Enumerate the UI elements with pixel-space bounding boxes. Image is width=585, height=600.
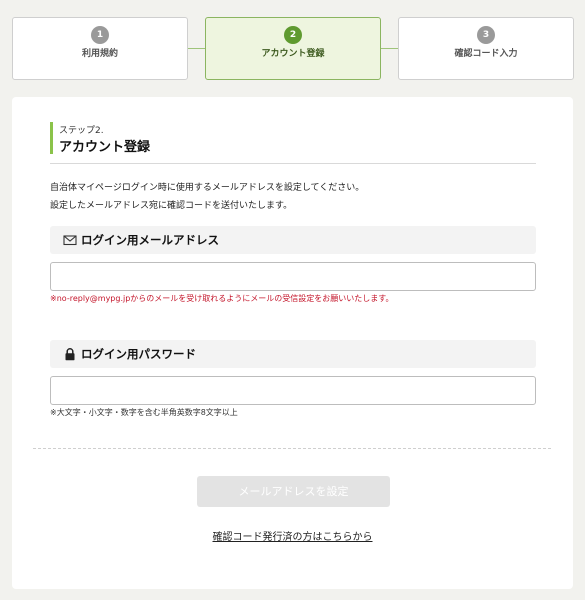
step-caption: ステップ2. [59, 126, 104, 136]
step-1: 1 利用規約 [12, 17, 188, 80]
step-connector [381, 48, 398, 49]
step-3: 3 確認コード入力 [398, 17, 574, 80]
step-number-badge: 3 [477, 26, 495, 44]
set-email-button[interactable]: メールアドレスを設定 [197, 476, 390, 507]
password-label-text: ログイン用パスワード [81, 347, 196, 361]
section-divider [33, 448, 551, 449]
intro-line: 自治体マイページログイン時に使用するメールアドレスを設定してください。 [50, 183, 365, 193]
email-field-label: ログイン用メールアドレス [50, 226, 536, 254]
confirmation-code-link[interactable]: 確認コード発行済の方はこちらから [213, 532, 373, 543]
lock-icon [65, 348, 75, 361]
intro-line: 設定したメールアドレス宛に確認コードを送付いたします。 [50, 201, 293, 211]
email-label-text: ログイン用メールアドレス [81, 233, 219, 247]
step-label: 確認コード入力 [454, 49, 518, 59]
email-receive-notice: ※no-reply@mypg.jpからのメールを受け取れるようにメールの受信設定… [50, 294, 394, 303]
progress-stepper: 1 利用規約 2 アカウント登録 3 確認コード入力 [12, 0, 574, 80]
step-number-badge: 1 [91, 26, 109, 44]
page-title: アカウント登録 [59, 140, 151, 155]
confirmation-code-link-row: 確認コード発行済の方はこちらから [12, 528, 573, 543]
password-field-label: ログイン用パスワード [50, 340, 536, 368]
step-2-current: 2 アカウント登録 [205, 17, 381, 80]
password-input[interactable] [50, 376, 536, 405]
registration-card: ステップ2. アカウント登録 自治体マイページログイン時に使用するメールアドレス… [12, 97, 573, 589]
heading-accent-bar [50, 122, 53, 154]
step-label: アカウント登録 [261, 49, 325, 59]
step-connector [188, 48, 205, 49]
mail-icon [63, 235, 77, 246]
intro-text: 自治体マイページログイン時に使用するメールアドレスを設定してください。 設定した… [50, 179, 540, 215]
section-heading: ステップ2. アカウント登録 [50, 122, 536, 164]
password-requirement-note: ※大文字・小文字・数字を含む半角英数字8文字以上 [50, 408, 238, 417]
step-label: 利用規約 [81, 49, 118, 59]
step-number-badge: 2 [284, 26, 302, 44]
email-input[interactable] [50, 262, 536, 291]
